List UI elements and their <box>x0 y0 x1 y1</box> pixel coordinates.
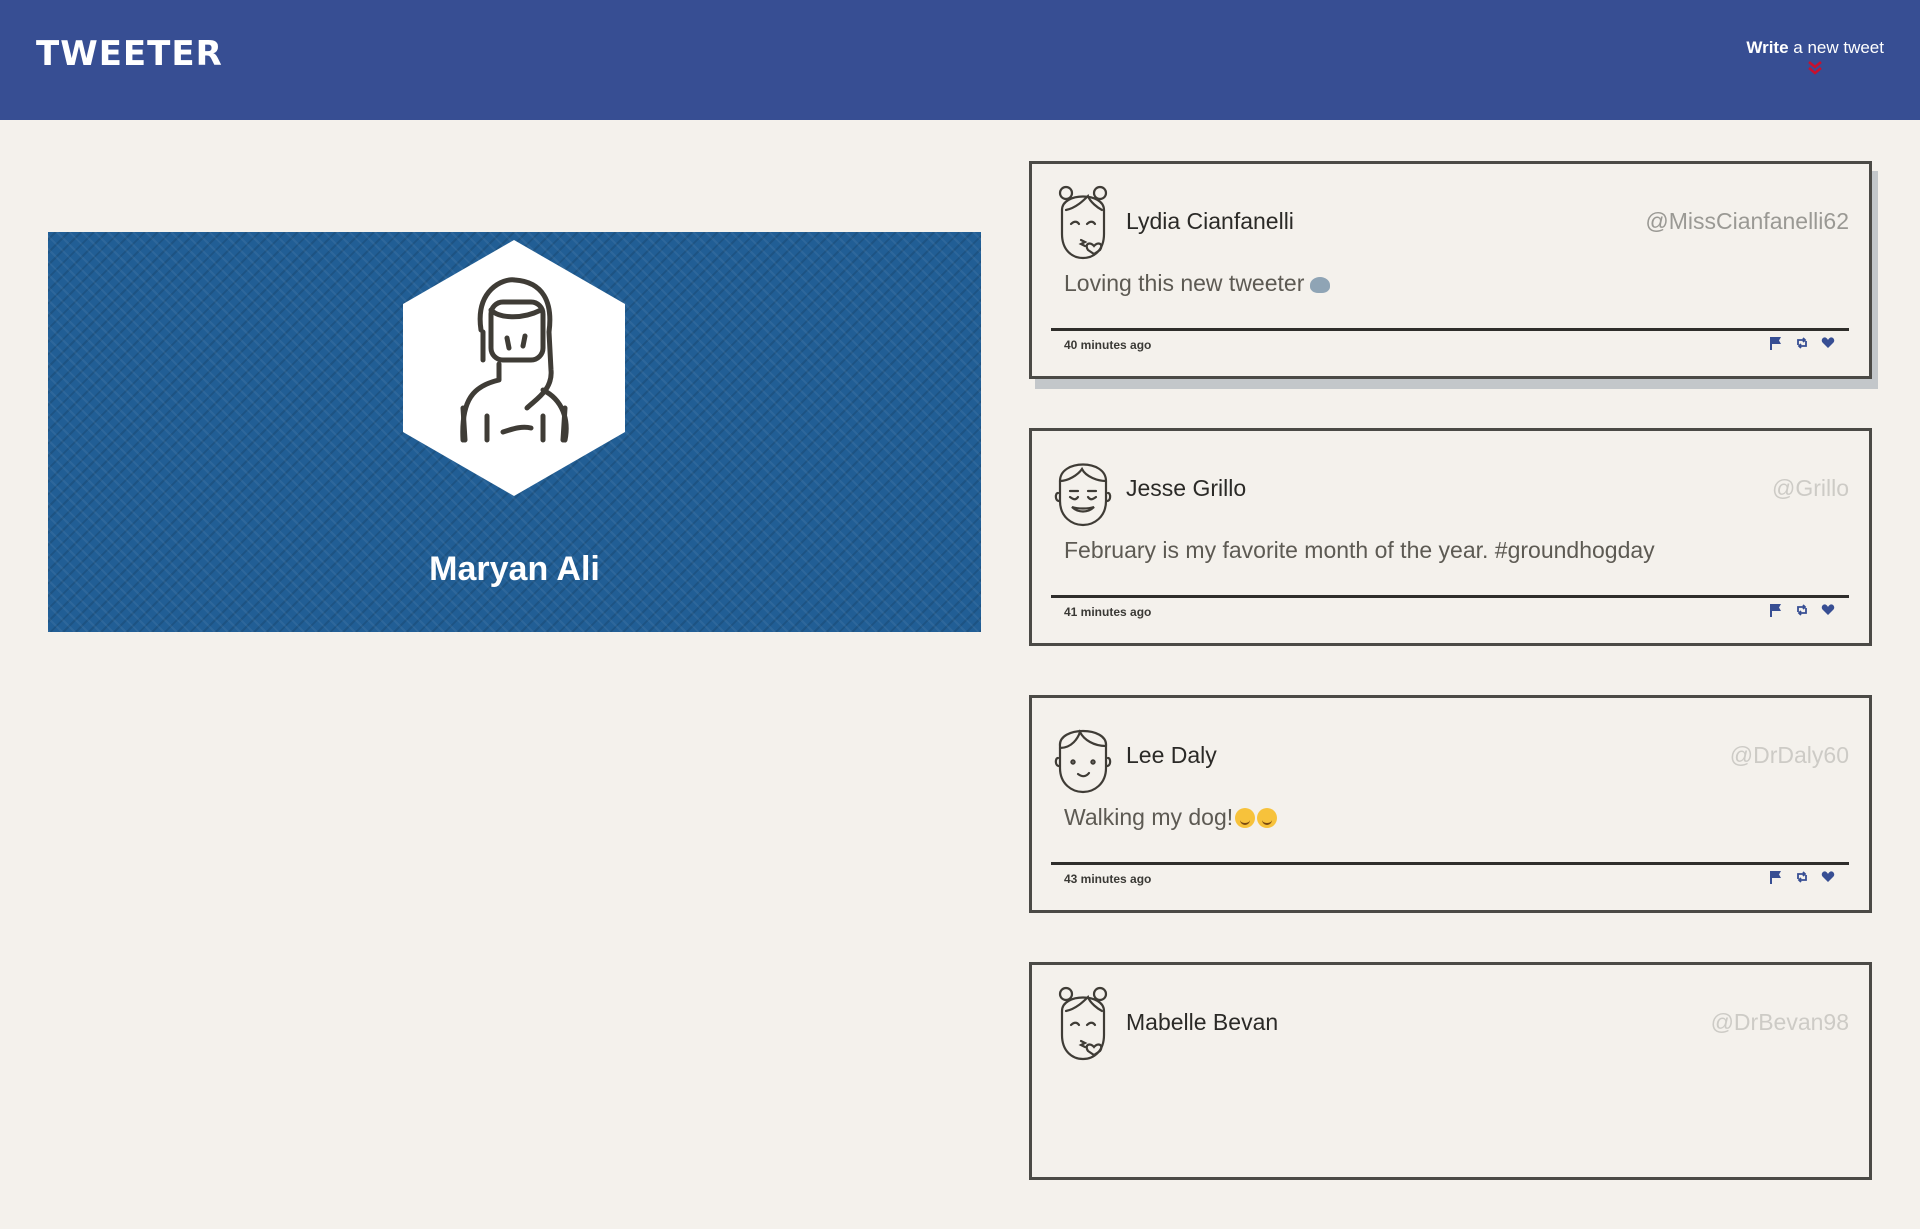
boy-avatar-icon <box>1054 729 1112 794</box>
profile-card: Maryan Ali <box>48 232 981 632</box>
tweet-author-handle: @MissCianfanelli62 <box>1645 208 1849 234</box>
flag-icon[interactable] <box>1769 870 1783 884</box>
tweet-actions <box>1769 336 1835 350</box>
tweet-card[interactable]: Lydia Cianfanelli @MissCianfanelli62 Lov… <box>1029 161 1872 379</box>
tweet-divider <box>1051 595 1849 598</box>
tweet-card[interactable]: Lee Daly @DrDaly60 Walking my dog! 43 mi… <box>1029 695 1872 913</box>
tweet-author-handle: @DrBevan98 <box>1710 1009 1849 1035</box>
write-tweet-toggle[interactable]: Write a new tweet <box>1746 38 1884 76</box>
tweet-author-name[interactable]: Lee Daly <box>1126 742 1217 769</box>
woman-avatar-icon <box>403 240 625 496</box>
tweet-timestamp: 40 minutes ago <box>1064 338 1152 352</box>
smiling-emoji-icon <box>1257 808 1278 828</box>
compose-label-rest: a new tweet <box>1788 38 1884 57</box>
tweet-author-name[interactable]: Mabelle Bevan <box>1126 1009 1278 1036</box>
flag-icon[interactable] <box>1769 603 1783 617</box>
tweet-feed: Lydia Cianfanelli @MissCianfanelli62 Lov… <box>1029 161 1872 1229</box>
retweet-icon[interactable] <box>1795 336 1809 350</box>
tweet-text: Loving this new tweeter <box>1064 270 1331 297</box>
tweet-author-handle: @DrDaly60 <box>1729 742 1849 768</box>
bird-emoji-icon <box>1310 277 1331 293</box>
tweet-card[interactable]: Mabelle Bevan @DrBevan98 <box>1029 962 1872 1180</box>
tweet-divider <box>1051 862 1849 865</box>
girl-kiss-avatar-icon <box>1058 185 1108 260</box>
tweet-author-name[interactable]: Lydia Cianfanelli <box>1126 208 1294 235</box>
tweet-text: February is my favorite month of the yea… <box>1064 537 1655 563</box>
double-chevron-down-icon[interactable] <box>1805 60 1825 76</box>
tweet-divider <box>1051 328 1849 331</box>
tweet-card[interactable]: Jesse Grillo @Grillo February is my favo… <box>1029 428 1872 646</box>
compose-label-bold: Write <box>1746 38 1789 57</box>
tweet-author-handle: @Grillo <box>1771 475 1849 501</box>
heart-icon[interactable] <box>1821 603 1835 617</box>
tweet-author-name[interactable]: Jesse Grillo <box>1126 475 1246 502</box>
top-nav: TWEETER Write a new tweet <box>0 0 1920 120</box>
tweet-actions <box>1769 603 1835 617</box>
heart-icon[interactable] <box>1821 870 1835 884</box>
flag-icon[interactable] <box>1769 336 1783 350</box>
heart-icon[interactable] <box>1821 336 1835 350</box>
tweet-timestamp: 41 minutes ago <box>1064 605 1152 619</box>
tweet-text: Walking my dog! <box>1064 804 1278 831</box>
tweet-timestamp: 43 minutes ago <box>1064 872 1152 886</box>
tweet-actions <box>1769 870 1835 884</box>
girl-kiss-avatar-icon <box>1058 986 1108 1061</box>
retweet-icon[interactable] <box>1795 603 1809 617</box>
retweet-icon[interactable] <box>1795 870 1809 884</box>
profile-name: Maryan Ali <box>429 550 600 588</box>
man-smile-avatar-icon <box>1054 463 1112 527</box>
smiling-emoji-icon <box>1235 808 1256 828</box>
brand-logo[interactable]: TWEETER <box>36 34 223 74</box>
